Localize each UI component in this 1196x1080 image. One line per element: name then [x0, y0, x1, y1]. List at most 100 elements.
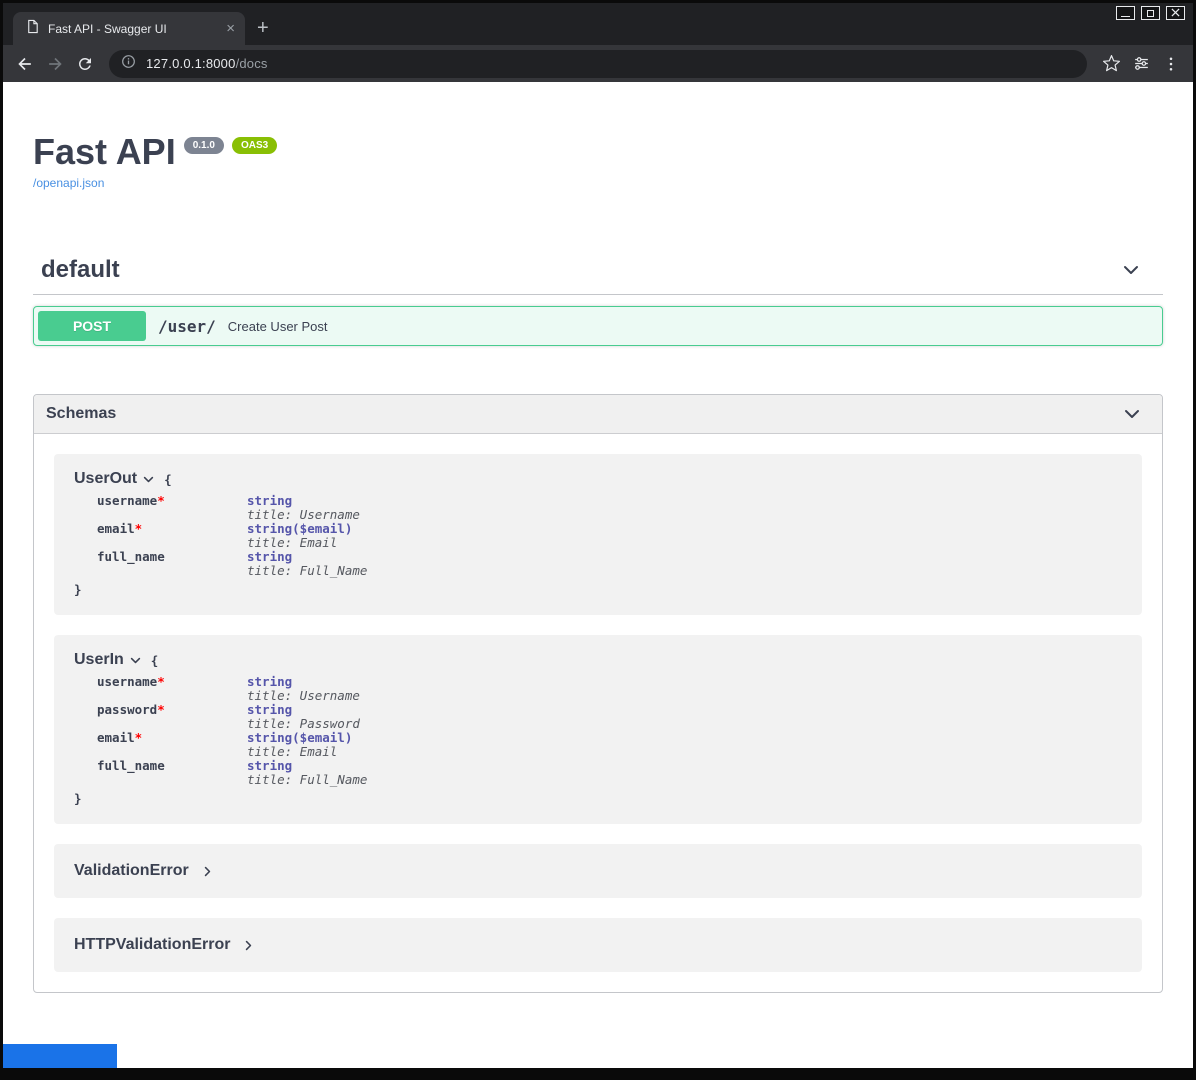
- property-type: string: [247, 759, 367, 773]
- property-name: username*: [97, 675, 247, 703]
- url-text: 127.0.0.1:8000/docs: [146, 56, 268, 71]
- property-type: string: [247, 703, 367, 717]
- page-title: Fast API 0.1.0 OAS3: [33, 132, 1163, 172]
- property-name: full_name: [97, 550, 247, 578]
- required-star: *: [135, 521, 143, 536]
- table-row: full_name string title: Full_Name: [97, 550, 367, 578]
- property-type: string($email): [247, 522, 367, 536]
- document-icon: [25, 19, 40, 39]
- property-name: username*: [97, 494, 247, 522]
- property-name: password*: [97, 703, 247, 731]
- schemas-body: UserOut { username* string ti: [34, 434, 1162, 992]
- window-titlebar: Fast API - Swagger UI × +: [3, 3, 1193, 45]
- model-userin: UserIn { username* string tit: [54, 635, 1142, 824]
- swagger-ui: Fast API 0.1.0 OAS3 /openapi.json defaul…: [3, 132, 1193, 993]
- property-type: string: [247, 550, 367, 564]
- required-star: *: [157, 674, 165, 689]
- tag-header-default[interactable]: default: [33, 248, 1163, 295]
- property-title: title: Password: [247, 717, 367, 731]
- table-row: full_name string title: Full_Name: [97, 759, 367, 787]
- schemas-section: Schemas UserOut {: [33, 394, 1163, 993]
- model-userout: UserOut { username* string ti: [54, 454, 1142, 615]
- table-row: password* string title: Password: [97, 703, 367, 731]
- property-title: title: Full_Name: [247, 773, 367, 787]
- table-row: username* string title: Username: [97, 494, 367, 522]
- tab-close-icon[interactable]: ×: [224, 21, 237, 36]
- chevron-down-icon: [1122, 404, 1142, 424]
- required-star: *: [135, 730, 143, 745]
- address-bar[interactable]: 127.0.0.1:8000/docs: [109, 50, 1087, 78]
- url-host: 127.0.0.1:8000: [146, 56, 236, 71]
- model-name: HTTPValidationError: [74, 936, 230, 954]
- property-title: title: Email: [247, 745, 367, 759]
- chevron-down-icon: [142, 473, 155, 486]
- table-row: email* string($email) title: Email: [97, 731, 367, 759]
- method-badge: POST: [38, 311, 146, 341]
- window-maximize-button[interactable]: [1141, 6, 1160, 20]
- new-tab-button[interactable]: +: [257, 17, 269, 40]
- chevron-right-icon: [201, 865, 214, 878]
- window-minimize-button[interactable]: [1116, 6, 1135, 20]
- required-star: *: [157, 493, 165, 508]
- bookmark-star-icon[interactable]: [1097, 50, 1125, 78]
- model-name: ValidationError: [74, 862, 189, 880]
- api-title-text: Fast API: [33, 132, 176, 172]
- property-name: email*: [97, 522, 247, 550]
- oas-badge: OAS3: [232, 137, 277, 154]
- back-button[interactable]: [11, 50, 39, 78]
- maximize-icon: [1147, 10, 1154, 17]
- model-userout-toggle[interactable]: UserOut {: [74, 470, 1122, 488]
- model-httpvalidationerror[interactable]: HTTPValidationError: [54, 918, 1142, 972]
- minimize-icon: [1121, 16, 1130, 17]
- open-brace: {: [164, 472, 172, 487]
- forward-button[interactable]: [41, 50, 69, 78]
- open-brace: {: [151, 653, 159, 668]
- tag-name: default: [41, 256, 120, 284]
- openapi-json-link[interactable]: /openapi.json: [33, 176, 104, 190]
- operation-post-user[interactable]: POST /user/ Create User Post: [33, 306, 1163, 346]
- table-row: email* string($email) title: Email: [97, 522, 367, 550]
- operation-path: /user/: [158, 317, 216, 336]
- model-name: UserIn: [74, 651, 124, 669]
- schemas-title: Schemas: [46, 405, 116, 423]
- window-close-button[interactable]: [1166, 6, 1185, 20]
- window-controls: [1116, 6, 1185, 20]
- tab-title: Fast API - Swagger UI: [48, 22, 216, 36]
- schema-properties: username* string title: Username email* …: [97, 494, 367, 578]
- property-name: full_name: [97, 759, 247, 787]
- model-validationerror[interactable]: ValidationError: [54, 844, 1142, 898]
- window-frame-bottom: [3, 1068, 1193, 1080]
- browser-menu-icon[interactable]: [1157, 50, 1185, 78]
- url-path: /docs: [236, 56, 268, 71]
- browser-window: Fast API - Swagger UI × +: [0, 0, 1196, 1080]
- chevron-right-icon: [242, 939, 255, 952]
- close-brace: }: [74, 582, 1122, 597]
- property-type: string: [247, 494, 367, 508]
- table-row: username* string title: Username: [97, 675, 367, 703]
- tab-strip: Fast API - Swagger UI × +: [13, 12, 269, 45]
- reload-button[interactable]: [71, 50, 99, 78]
- property-type: string($email): [247, 731, 367, 745]
- property-title: title: Full_Name: [247, 564, 367, 578]
- api-info: Fast API 0.1.0 OAS3 /openapi.json: [33, 132, 1163, 192]
- property-title: title: Username: [247, 689, 367, 703]
- required-star: *: [157, 702, 165, 717]
- browser-tab[interactable]: Fast API - Swagger UI ×: [13, 12, 245, 45]
- close-icon: [1171, 4, 1180, 22]
- schemas-header[interactable]: Schemas: [34, 395, 1162, 434]
- status-bubble: [3, 1044, 117, 1068]
- model-userin-toggle[interactable]: UserIn {: [74, 651, 1122, 669]
- chevron-down-icon: [129, 654, 142, 667]
- close-brace: }: [74, 791, 1122, 806]
- tag-section-default: default POST /user/ Create User Post: [33, 248, 1163, 346]
- tune-icon[interactable]: [1127, 50, 1155, 78]
- browser-toolbar: 127.0.0.1:8000/docs: [3, 45, 1193, 82]
- property-title: title: Username: [247, 508, 367, 522]
- page-content: Fast API 0.1.0 OAS3 /openapi.json defaul…: [3, 82, 1193, 1068]
- property-name: email*: [97, 731, 247, 759]
- version-badge: 0.1.0: [184, 137, 224, 154]
- operation-summary: Create User Post: [228, 319, 328, 334]
- chevron-down-icon: [1121, 260, 1141, 280]
- schema-properties: username* string title: Username passwor…: [97, 675, 367, 787]
- site-info-icon[interactable]: [121, 54, 136, 74]
